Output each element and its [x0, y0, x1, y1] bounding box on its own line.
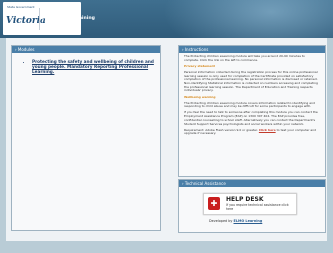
- modules-header: › Modules: [12, 46, 160, 53]
- header-glow: [163, 0, 333, 38]
- modules-list: Protecting the safety and wellbeing of c…: [12, 53, 160, 75]
- modules-panel: › Modules Protecting the safety and well…: [11, 45, 161, 231]
- site-header: State Government Victoria Department of …: [0, 0, 333, 38]
- instructions-title: Instructions: [184, 47, 209, 52]
- technical-assistance-panel: › Technical Assistance ✚ HELP DESK If yo…: [178, 179, 326, 233]
- instructions-header: › Instructions: [179, 46, 325, 53]
- flash-test-link[interactable]: Click here: [259, 128, 276, 132]
- tech-title: Technical Assistance: [184, 181, 226, 186]
- help-desk-title: HELP DESK: [226, 196, 264, 203]
- instructions-body: The Protecting children eLearning module…: [179, 53, 325, 140]
- requirement-text: Requirement: Adobe Flash version 9.0 or …: [184, 128, 320, 136]
- help-desk-icon: ✚: [208, 197, 220, 210]
- help-desk-subtitle: If you require technical assistance clic…: [226, 203, 289, 211]
- logo-separator: [39, 8, 40, 30]
- instructions-intro: The Protecting children eLearning module…: [184, 54, 305, 62]
- site-footer: [0, 241, 333, 253]
- wellbeing-text: The Protecting children eLearning module…: [184, 100, 315, 109]
- modules-title: Modules: [17, 47, 35, 52]
- help-desk-button[interactable]: ✚ HELP DESK If you require technical ass…: [203, 193, 297, 215]
- module-link-protecting-children[interactable]: Protecting the safety and wellbeing of c…: [32, 59, 160, 75]
- privacy-text: Personal information collected during th…: [184, 69, 318, 93]
- logo-state-text: State Government: [7, 5, 35, 9]
- dept-line-2: Education & Training: [41, 16, 95, 21]
- eap-text: If you feel the need to talk to someone …: [184, 110, 318, 126]
- instructions-panel: › Instructions The Protecting children e…: [178, 45, 326, 177]
- developer-link[interactable]: ELMO Learning: [234, 219, 263, 223]
- developer-credit: Developed by ELMO Learning: [209, 219, 262, 223]
- privacy-heading: Privacy statement: [184, 63, 215, 68]
- department-title: Department of Education & Training: [41, 10, 95, 22]
- developer-prefix: Developed by: [209, 219, 233, 223]
- wellbeing-heading: Wellbeing warning: [184, 94, 216, 99]
- tech-header: › Technical Assistance: [179, 180, 325, 187]
